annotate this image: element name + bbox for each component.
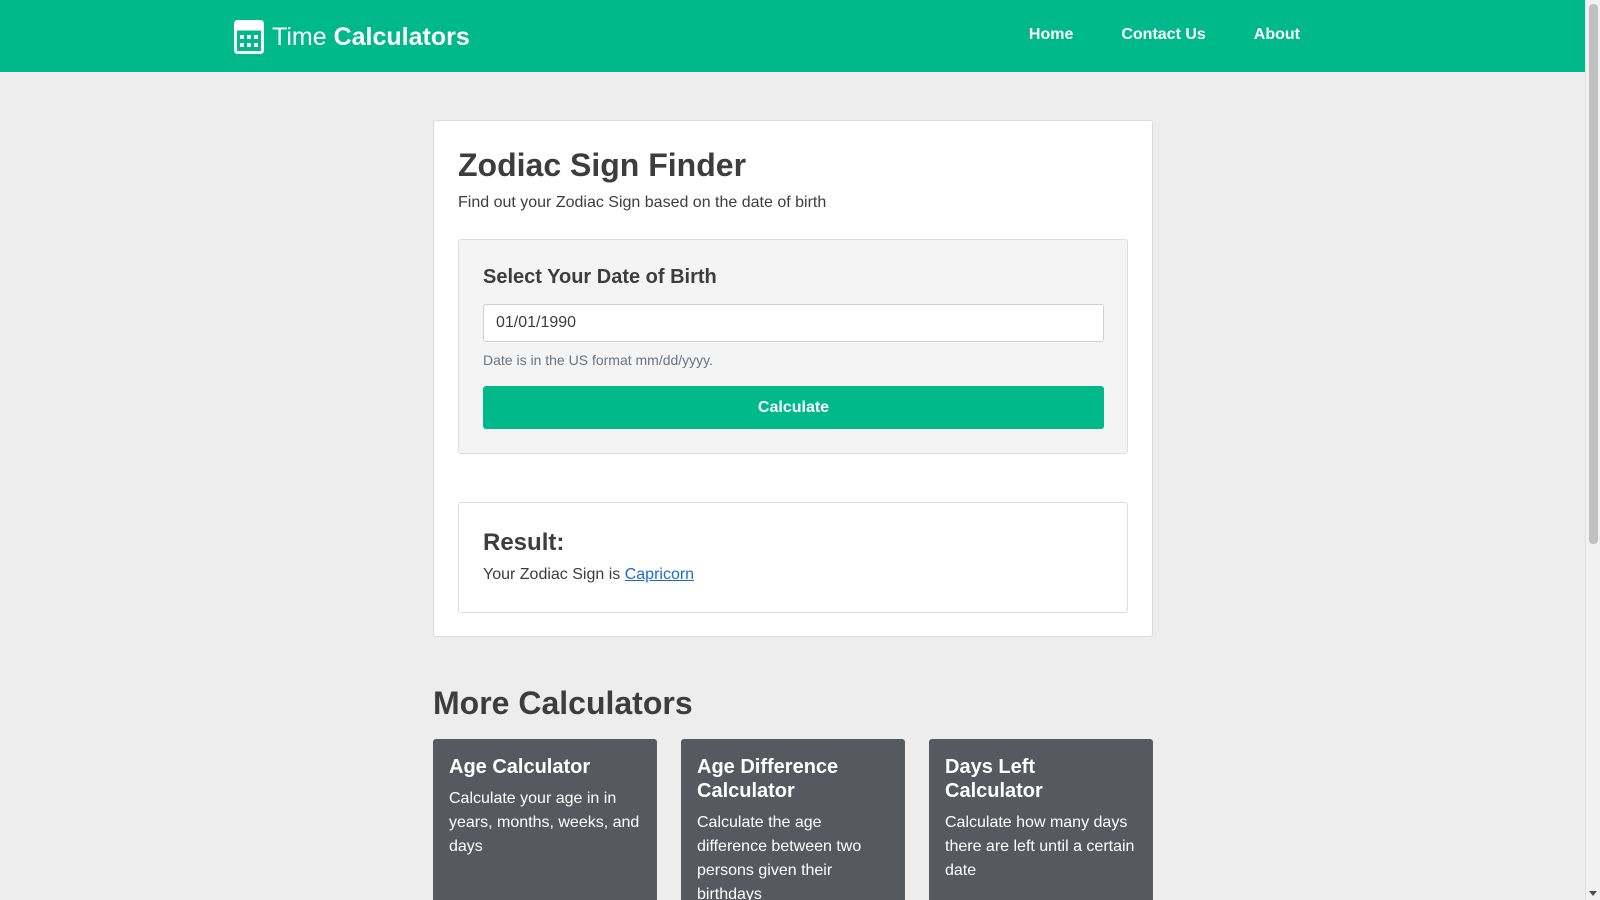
- nav-links: Home Contact Us About: [981, 26, 1300, 44]
- page-title: Zodiac Sign Finder: [458, 147, 747, 183]
- zodiac-sign-link[interactable]: Capricorn: [625, 566, 694, 583]
- calculator-card-desc: Calculate your age in in years, months, …: [449, 790, 640, 855]
- calculator-card-title: Days Left Calculator: [945, 756, 1043, 802]
- zodiac-finder-card: Zodiac Sign Finder Find out your Zodiac …: [433, 120, 1153, 637]
- result-panel: Result: Your Zodiac Sign is Capricorn: [458, 502, 1128, 613]
- result-text: Your Zodiac Sign is Capricorn: [483, 566, 694, 584]
- result-prefix: Your Zodiac Sign is: [483, 566, 625, 583]
- result-heading: Result:: [483, 529, 565, 556]
- calculator-card-title: Age Calculator: [449, 756, 591, 778]
- form-heading: Select Your Date of Birth: [483, 266, 717, 288]
- brand-name-bold: Calculators: [333, 22, 470, 51]
- nav-link-contact[interactable]: Contact Us: [1121, 26, 1205, 44]
- calculator-card-title: Age Difference Calculator: [697, 756, 839, 802]
- scrollbar-thumb[interactable]: [1589, 4, 1598, 544]
- calculator-card-desc: Calculate the age difference between two…: [697, 814, 862, 900]
- date-form: Select Your Date of Birth Date is in the…: [458, 239, 1128, 454]
- nav-link-about[interactable]: About: [1254, 26, 1300, 44]
- brand-name: Time Calculators: [272, 23, 470, 52]
- nav-link-home[interactable]: Home: [1029, 26, 1073, 44]
- calculator-card-desc: Calculate how many days there are left u…: [945, 814, 1135, 879]
- calculator-card-age-difference[interactable]: Age Difference Calculator Calculate the …: [681, 739, 905, 900]
- date-of-birth-input[interactable]: [483, 304, 1104, 342]
- brand-logo-link[interactable]: Time Calculators: [234, 20, 470, 54]
- date-format-hint: Date is in the US format mm/dd/yyyy.: [483, 352, 714, 368]
- more-calculators-heading: More Calculators: [433, 685, 693, 721]
- calculator-card-age[interactable]: Age Calculator Calculate your age in in …: [433, 739, 657, 900]
- calculate-button[interactable]: Calculate: [483, 386, 1104, 429]
- page-scrollbar[interactable]: [1585, 0, 1600, 900]
- calculator-card-days-left[interactable]: Days Left Calculator Calculate how many …: [929, 739, 1153, 900]
- brand-name-light: Time: [272, 22, 327, 51]
- scroll-down-arrow-icon[interactable]: [1589, 891, 1597, 896]
- calculator-icon: [234, 20, 264, 54]
- page-subtitle: Find out your Zodiac Sign based on the d…: [458, 194, 827, 211]
- top-navbar: Time Calculators Home Contact Us About: [0, 0, 1585, 72]
